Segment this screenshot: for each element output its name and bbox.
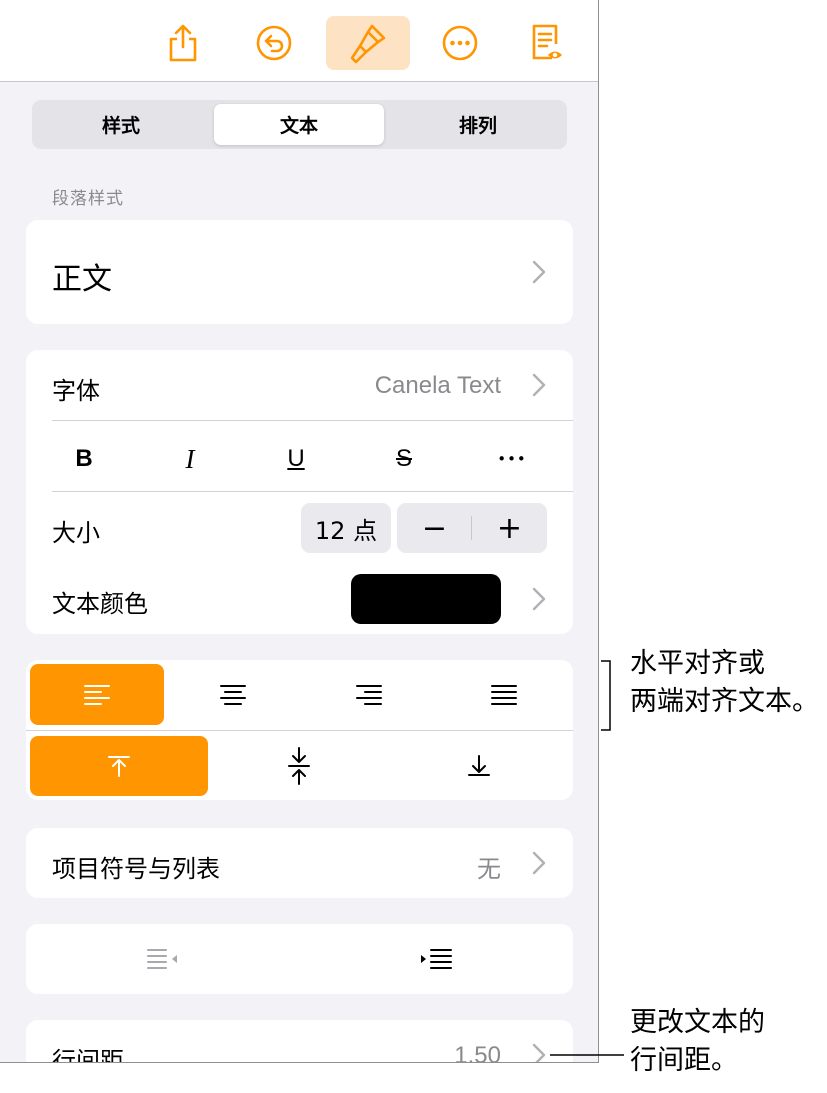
callout-lines xyxy=(550,660,624,1056)
spacing-callout-line2: 行间距。 xyxy=(630,1045,738,1076)
spacing-callout-line1: 更改文本的 xyxy=(630,1007,765,1038)
alignment-callout-line2: 两端对齐文本。 xyxy=(630,686,819,717)
alignment-bracket xyxy=(601,660,611,731)
alignment-callout-line1: 水平对齐或 xyxy=(630,648,765,679)
spacing-callout: 更改文本的 行间距。 xyxy=(630,1004,765,1080)
alignment-callout: 水平对齐或 两端对齐文本。 xyxy=(630,645,819,721)
